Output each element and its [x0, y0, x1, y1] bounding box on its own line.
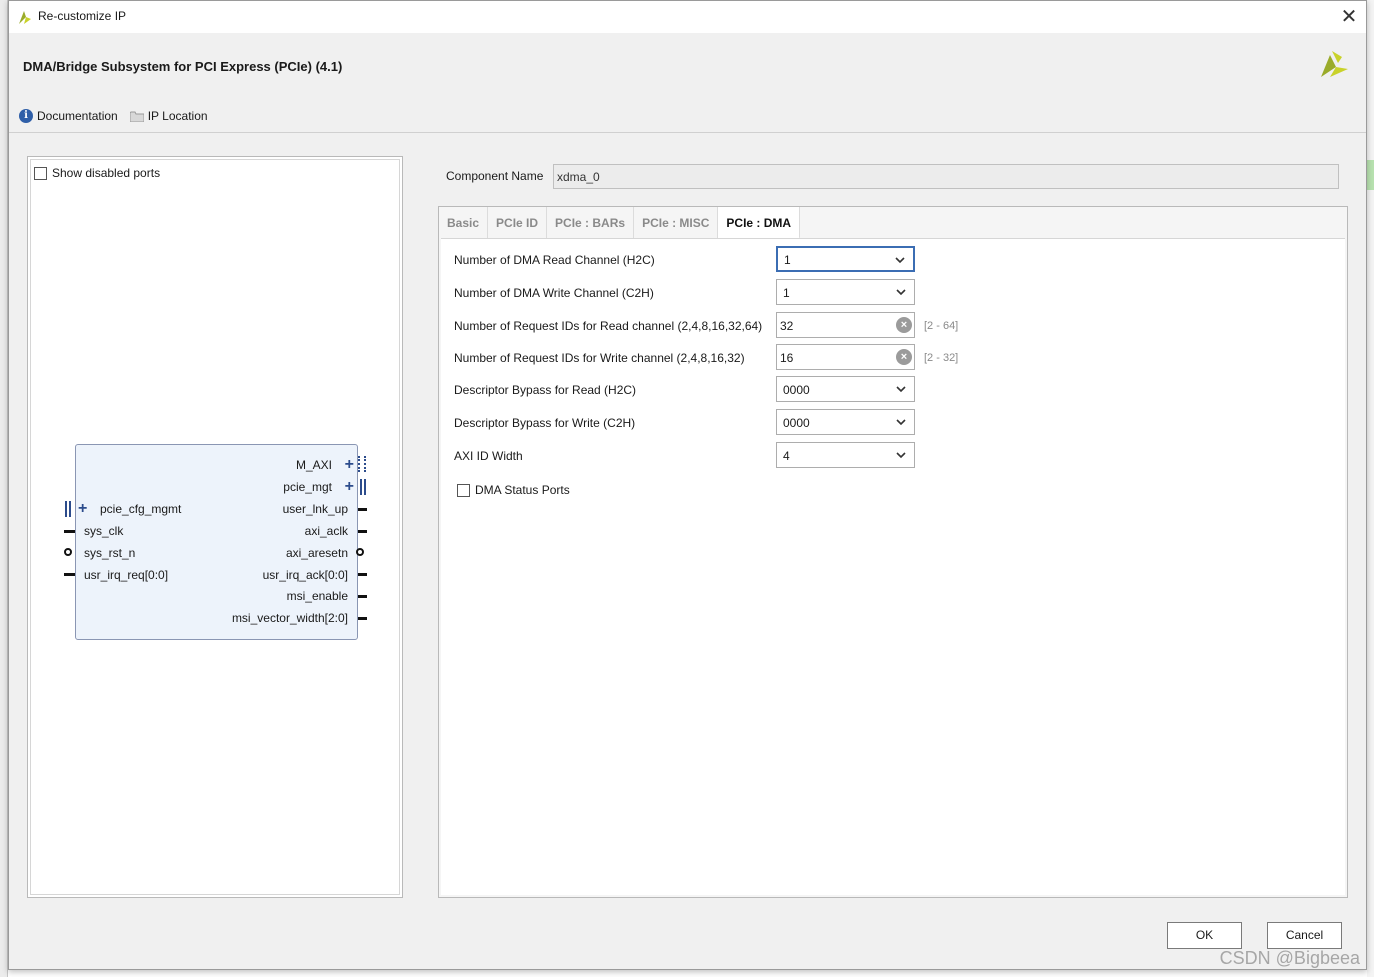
cancel-button[interactable]: Cancel	[1267, 922, 1342, 949]
ip-location-label: IP Location	[147, 109, 208, 123]
axi-id-width-label: AXI ID Width	[454, 449, 523, 463]
pcie-cfg-mgmt-bus-pin-2	[69, 501, 71, 517]
background-highlight	[1367, 160, 1374, 190]
req-ids-read-label: Number of Request IDs for Read channel (…	[454, 319, 763, 333]
show-disabled-ports-label: Show disabled ports	[52, 166, 161, 180]
folder-icon	[129, 111, 144, 122]
config-tab-panel: Basic PCIe ID PCIe : BARs PCIe : MISC PC…	[438, 206, 1348, 898]
m-axi-expand-icon[interactable]: +	[345, 457, 354, 473]
port-pcie-cfg-mgmt: pcie_cfg_mgmt	[100, 502, 182, 516]
port-user-lnk-up: user_lnk_up	[282, 502, 348, 516]
port-msi-vector-width: msi_vector_width[2:0]	[231, 611, 348, 625]
usr-irq-ack-pin	[358, 573, 367, 576]
dma-status-ports-row: DMA Status Ports	[457, 483, 570, 497]
axi-aclk-pin	[358, 530, 367, 533]
port-sys-rst-n: sys_rst_n	[84, 546, 136, 560]
req-ids-write-label: Number of Request IDs for Write channel …	[454, 351, 745, 365]
ip-symbol-block: M_AXI pcie_mgt user_lnk_up axi_aclk axi_…	[75, 444, 358, 640]
chevron-down-icon	[896, 452, 906, 459]
msi-enable-pin	[358, 595, 367, 598]
pcie-dma-tab-content: Number of DMA Read Channel (H2C) 1 Numbe…	[441, 238, 1345, 895]
pcie-mgt-bus-pin-2	[364, 479, 366, 495]
port-m-axi: M_AXI	[295, 458, 332, 472]
axi-id-width-value: 4	[783, 449, 790, 463]
port-usr-irq-req: usr_irq_req[0:0]	[84, 568, 169, 582]
usr-irq-req-pin	[64, 573, 75, 576]
background-window-edge-right	[1367, 0, 1374, 977]
bypass-read-value: 0000	[783, 383, 810, 397]
req-ids-write-input[interactable]: 16 ×	[776, 344, 915, 370]
clear-icon[interactable]: ×	[896, 349, 912, 365]
port-axi-aclk: axi_aclk	[304, 524, 348, 538]
ok-button[interactable]: OK	[1167, 922, 1242, 949]
recustomize-ip-dialog: Re-customize IP ✕ DMA/Bridge Subsystem f…	[8, 0, 1367, 970]
ip-location-link[interactable]: IP Location	[129, 109, 208, 123]
pcie-mgt-bus-pin	[360, 479, 362, 495]
vivado-logo-icon	[19, 11, 31, 24]
tab-pcie-id[interactable]: PCIe ID	[488, 207, 548, 239]
show-disabled-ports-checkbox[interactable]	[34, 166, 47, 180]
dma-status-ports-label: DMA Status Ports	[475, 483, 570, 497]
axi-aresetn-pin	[356, 548, 364, 556]
ip-header: DMA/Bridge Subsystem for PCI Express (PC…	[9, 33, 1366, 133]
watermark: CSDN @Bigbeea	[1219, 948, 1360, 968]
write-channel-select[interactable]: 1	[776, 279, 915, 305]
req-ids-write-range: [2 - 32]	[924, 352, 959, 364]
req-ids-read-value: 32	[780, 319, 794, 333]
documentation-label: Documentation	[37, 109, 118, 123]
read-channel-label: Number of DMA Read Channel (H2C)	[454, 253, 655, 267]
sys-rst-n-pin	[64, 548, 72, 556]
pcie-cfg-mgmt-bus-pin	[65, 501, 67, 517]
pcie-mgt-expand-icon[interactable]: +	[345, 479, 354, 495]
chevron-down-icon	[896, 419, 906, 426]
port-axi-aresetn: axi_aresetn	[285, 546, 348, 560]
tab-pcie-bars[interactable]: PCIe : BARs	[547, 207, 635, 239]
read-channel-select[interactable]: 1	[776, 246, 915, 272]
component-name-label: Component Name	[446, 169, 544, 183]
port-sys-clk: sys_clk	[84, 524, 124, 538]
ip-symbol-panel: Show disabled ports M_AXI pcie_mgt user_…	[27, 156, 403, 898]
port-pcie-mgt: pcie_mgt	[283, 480, 332, 494]
tab-bar: Basic PCIe ID PCIe : BARs PCIe : MISC PC…	[439, 207, 801, 239]
user-lnk-up-pin	[358, 508, 367, 511]
clear-icon[interactable]: ×	[896, 317, 912, 333]
close-button[interactable]: ✕	[1336, 4, 1362, 30]
bypass-write-label: Descriptor Bypass for Write (C2H)	[454, 416, 636, 430]
port-usr-irq-ack: usr_irq_ack[0:0]	[262, 568, 348, 582]
header-links: i Documentation IP Location	[19, 109, 208, 123]
tab-pcie-dma[interactable]: PCIe : DMA	[718, 207, 801, 239]
xilinx-logo-icon	[1321, 51, 1348, 77]
bypass-write-value: 0000	[783, 416, 810, 430]
port-msi-enable: msi_enable	[286, 589, 348, 603]
m-axi-bus-pin	[358, 456, 366, 472]
component-name-field[interactable]: xdma_0	[553, 164, 1339, 189]
show-disabled-ports-row: Show disabled ports	[34, 166, 160, 180]
write-channel-value: 1	[783, 286, 790, 300]
req-ids-write-value: 16	[780, 351, 794, 365]
req-ids-read-range: [2 - 64]	[924, 320, 959, 332]
bypass-write-select[interactable]: 0000	[776, 409, 915, 435]
axi-id-width-select[interactable]: 4	[776, 442, 915, 468]
write-channel-label: Number of DMA Write Channel (C2H)	[454, 286, 654, 300]
pcie-cfg-mgmt-expand-icon[interactable]: +	[78, 501, 87, 517]
documentation-link[interactable]: i Documentation	[19, 109, 118, 123]
chevron-down-icon	[895, 257, 905, 264]
chevron-down-icon	[896, 386, 906, 393]
bypass-read-label: Descriptor Bypass for Read (H2C)	[454, 383, 637, 397]
background-window-edge	[0, 0, 8, 977]
dma-status-ports-checkbox[interactable]	[457, 483, 470, 497]
info-icon: i	[19, 109, 33, 123]
bypass-read-select[interactable]: 0000	[776, 376, 915, 402]
read-channel-value: 1	[784, 253, 791, 267]
sys-clk-pin	[64, 530, 75, 533]
window-title: Re-customize IP	[38, 9, 127, 23]
tab-pcie-misc[interactable]: PCIe : MISC	[634, 207, 719, 239]
ip-title: DMA/Bridge Subsystem for PCI Express (PC…	[23, 59, 343, 74]
tab-basic[interactable]: Basic	[439, 207, 489, 239]
chevron-down-icon	[896, 289, 906, 296]
msi-vector-width-pin	[358, 617, 367, 620]
req-ids-read-input[interactable]: 32 ×	[776, 312, 915, 338]
title-bar: Re-customize IP ✕	[9, 1, 1366, 33]
